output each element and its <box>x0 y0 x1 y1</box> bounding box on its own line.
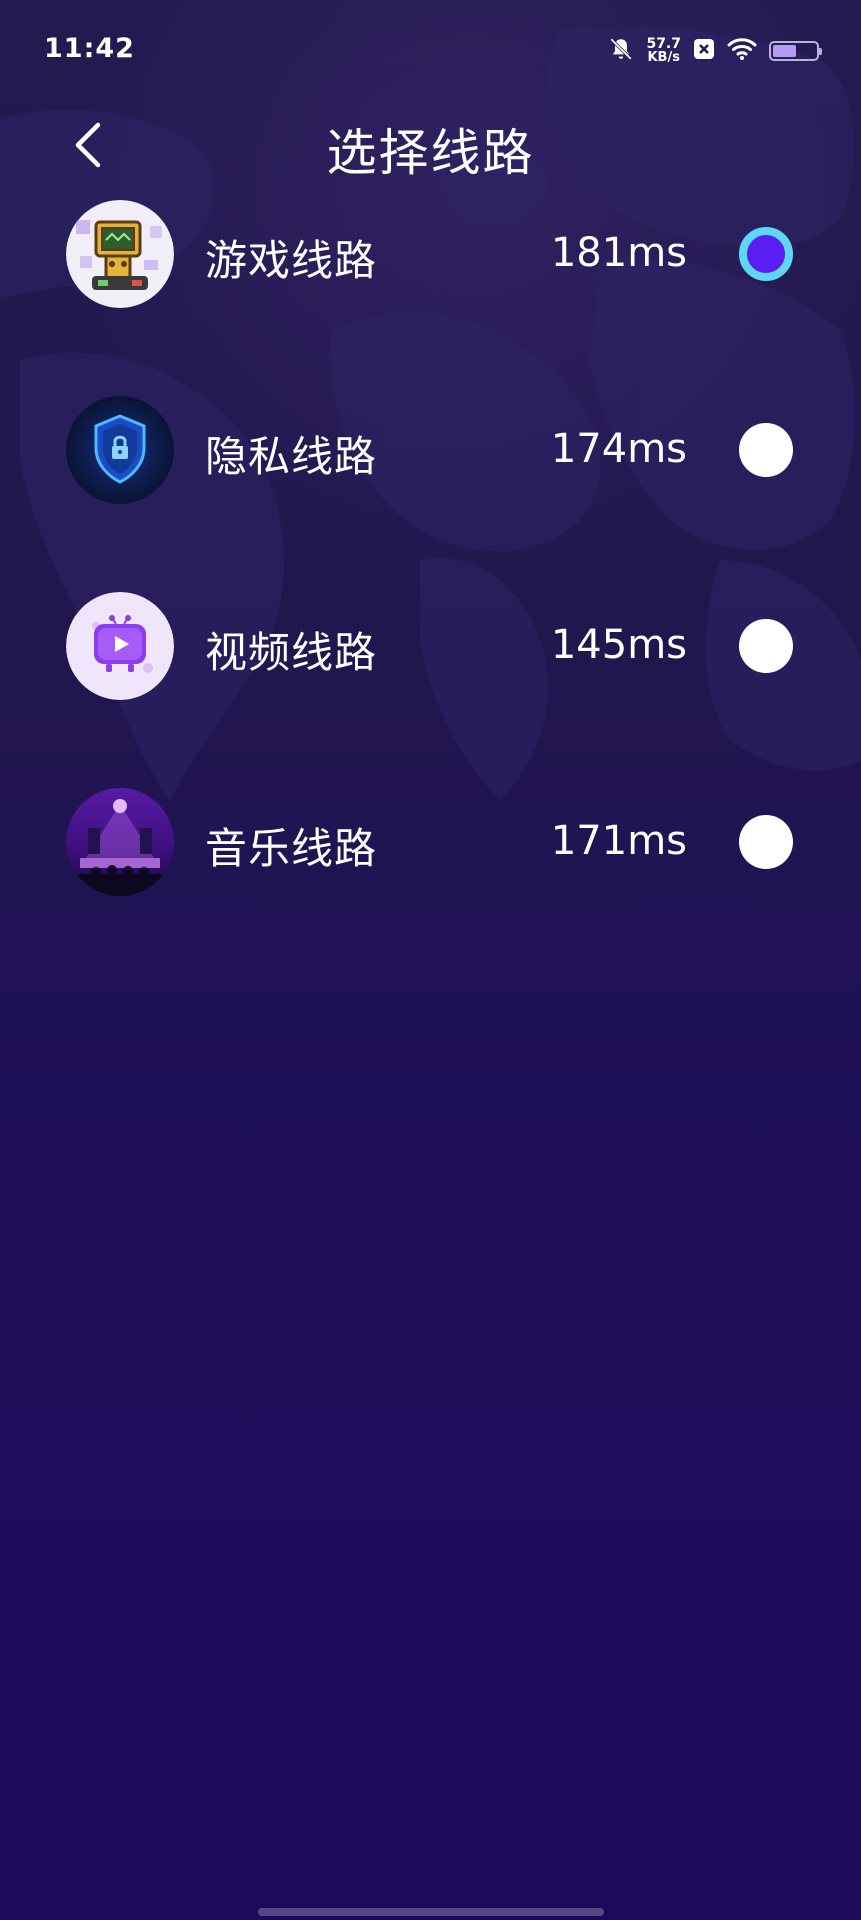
route-item-privacy[interactable]: 隐私线路 174ms <box>0 396 861 506</box>
close-box-icon <box>693 37 715 65</box>
route-item-video[interactable]: 视频线路 145ms <box>0 592 861 702</box>
route-radio[interactable] <box>739 423 793 477</box>
status-bar: 11:42 57.7 KB/s <box>0 0 861 100</box>
shield-lock-icon <box>66 396 174 504</box>
video-play-icon <box>66 592 174 700</box>
page-title: 选择线路 <box>326 124 535 182</box>
route-name: 音乐线路 <box>205 824 378 873</box>
route-item-music[interactable]: 音乐线路 171ms <box>0 788 861 898</box>
route-item-game[interactable]: 游戏线路 181ms <box>0 200 861 310</box>
bell-muted-icon <box>608 36 634 66</box>
home-indicator <box>258 1908 604 1916</box>
battery-icon <box>769 41 822 61</box>
music-stage-icon <box>66 788 174 896</box>
route-name: 视频线路 <box>205 628 378 677</box>
route-latency: 174ms <box>550 426 687 472</box>
page-header: 选择线路 <box>0 105 861 185</box>
route-radio[interactable] <box>739 815 793 869</box>
route-latency: 171ms <box>550 818 687 864</box>
wifi-icon <box>727 37 757 65</box>
route-radio[interactable] <box>739 619 793 673</box>
status-icons: 57.7 KB/s <box>608 34 822 68</box>
route-latency: 181ms <box>550 230 687 276</box>
network-speed-unit: KB/s <box>647 50 680 65</box>
battery-level-fill <box>773 45 797 57</box>
network-speed: 57.7 KB/s <box>646 37 681 65</box>
route-name: 隐私线路 <box>205 432 378 481</box>
route-radio[interactable] <box>739 227 793 281</box>
route-name: 游戏线路 <box>205 236 378 285</box>
status-time: 11:42 <box>44 33 135 64</box>
game-robot-icon <box>66 200 174 308</box>
route-latency: 145ms <box>550 622 687 668</box>
app-screen: 11:42 57.7 KB/s 选择线路 游戏线路 181ms 隐私线路 174… <box>0 0 861 1920</box>
